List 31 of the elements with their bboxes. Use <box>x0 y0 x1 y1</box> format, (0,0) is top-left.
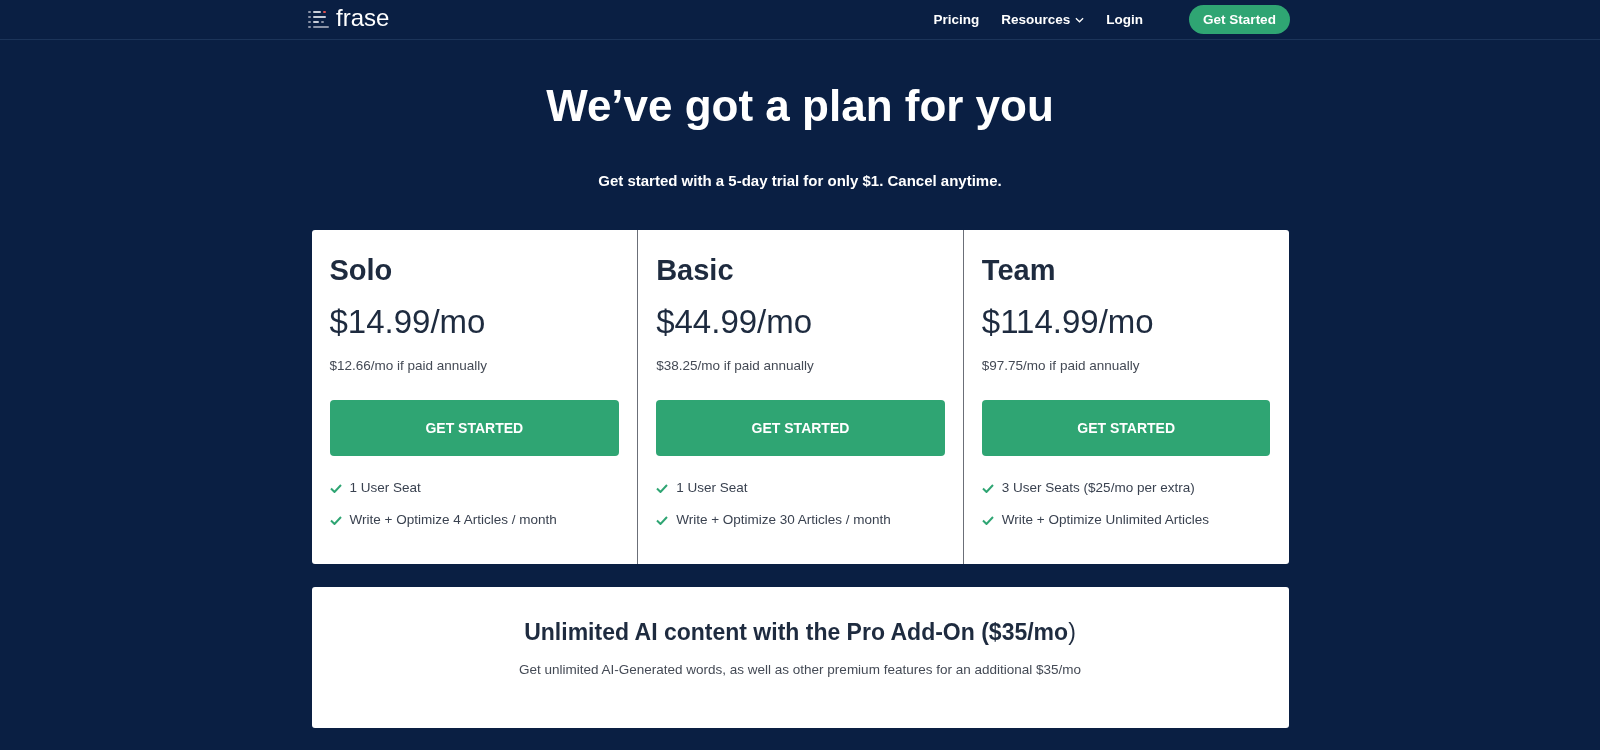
check-icon <box>656 515 669 525</box>
nav-link[interactable]: Pricing <box>933 10 980 29</box>
feature-text: 3 User Seats ($25/mo per extra) <box>1001 479 1195 497</box>
addon-description: Get unlimited AI-Generated words, as well as other premium features for an additional $35/mo <box>518 661 1081 679</box>
feature-text: Write + Optimize Unlimited Articles <box>1001 511 1209 529</box>
check-icon <box>981 483 994 493</box>
plan-name: Solo <box>329 253 394 288</box>
logo-icon <box>308 9 330 30</box>
check-icon <box>329 483 342 493</box>
page-title: We’ve got a plan for you <box>546 80 1054 132</box>
annual-price-note: $12.66/mo if paid annually <box>329 357 489 375</box>
annual-price-note: $97.75/mo if paid annually <box>981 357 1141 375</box>
addon-title: Unlimited AI content with the Pro Add-On ($35/mo) <box>524 618 1076 647</box>
logo-link[interactable]: frase <box>308 7 390 32</box>
annual-price-note: $38.25/mo if paid annually <box>656 357 815 375</box>
nav-dropdown[interactable]: Resources <box>1001 10 1085 29</box>
plan-price: $44.99/mo <box>656 302 814 342</box>
plan-price: $114.99/mo <box>981 302 1155 342</box>
nav-link[interactable]: Login <box>1106 10 1143 29</box>
feature-text: Write + Optimize 4 Articles / month <box>349 511 557 529</box>
check-icon <box>329 515 342 525</box>
plan-name: Team <box>981 253 1057 288</box>
plan-price: $14.99/mo <box>329 302 487 342</box>
check-icon <box>656 483 669 493</box>
feature-text: 1 User Seat <box>349 479 421 497</box>
check-icon <box>981 515 994 525</box>
caret-icon <box>1075 16 1085 23</box>
feature-text: 1 User Seat <box>676 479 748 497</box>
page-subtitle: Get started with a 5-day trial for only $1. Cancel anytime. <box>598 171 1002 191</box>
feature-text: Write + Optimize 30 Articles / month <box>676 511 891 529</box>
plan-name: Basic <box>656 253 735 288</box>
